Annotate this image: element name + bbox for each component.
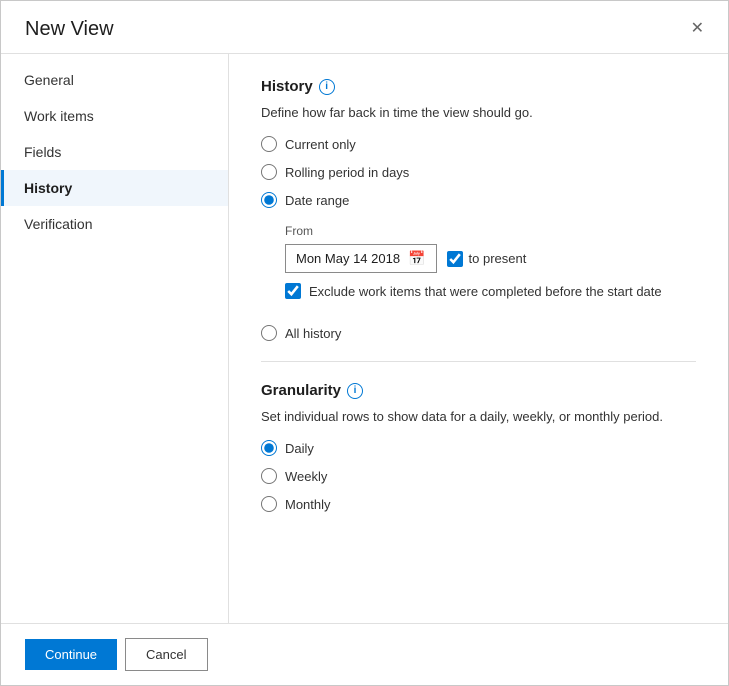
sidebar-item-verification[interactable]: Verification <box>1 206 228 242</box>
radio-rolling-period[interactable] <box>261 164 277 180</box>
from-label: From <box>285 224 696 238</box>
continue-button[interactable]: Continue <box>25 639 117 670</box>
history-option-date-range[interactable]: Date range <box>261 192 696 208</box>
granularity-description: Set individual rows to show data for a d… <box>261 409 696 424</box>
granularity-option-weekly[interactable]: Weekly <box>261 468 696 484</box>
radio-monthly[interactable] <box>261 496 277 512</box>
dialog-footer: Continue Cancel <box>1 623 728 685</box>
cancel-button[interactable]: Cancel <box>125 638 207 671</box>
radio-date-range[interactable] <box>261 192 277 208</box>
exclude-checkbox-row: Exclude work items that were completed b… <box>285 283 696 299</box>
granularity-section-title: Granularity i <box>261 382 696 399</box>
section-divider <box>261 361 696 362</box>
close-button[interactable]: ✕ <box>687 17 708 41</box>
history-info-icon[interactable]: i <box>319 79 335 95</box>
date-range-section: From Mon May 14 2018 📅 to present <box>285 224 696 309</box>
radio-daily[interactable] <box>261 440 277 456</box>
content-area: History i Define how far back in time th… <box>229 54 728 623</box>
granularity-option-daily[interactable]: Daily <box>261 440 696 456</box>
radio-all-history[interactable] <box>261 325 277 341</box>
date-input[interactable]: Mon May 14 2018 📅 <box>285 244 437 273</box>
dialog-body: General Work items Fields History Verifi… <box>1 54 728 623</box>
from-row: Mon May 14 2018 📅 to present <box>285 244 696 273</box>
sidebar-item-work-items[interactable]: Work items <box>1 98 228 134</box>
granularity-info-icon[interactable]: i <box>347 383 363 399</box>
history-option-rolling-period[interactable]: Rolling period in days <box>261 164 696 180</box>
dialog-title: New View <box>25 18 114 41</box>
history-radio-group: Current only Rolling period in days Date… <box>261 136 696 341</box>
exclude-checkbox[interactable] <box>285 283 301 299</box>
granularity-radio-group: Daily Weekly Monthly <box>261 440 696 512</box>
radio-current-only[interactable] <box>261 136 277 152</box>
sidebar-item-history[interactable]: History <box>1 170 228 206</box>
history-option-current-only[interactable]: Current only <box>261 136 696 152</box>
to-present: to present <box>447 251 527 267</box>
granularity-option-monthly[interactable]: Monthly <box>261 496 696 512</box>
history-description: Define how far back in time the view sho… <box>261 105 696 120</box>
history-option-all-history[interactable]: All history <box>261 325 696 341</box>
sidebar-item-general[interactable]: General <box>1 62 228 98</box>
calendar-icon: 📅 <box>408 250 425 267</box>
radio-weekly[interactable] <box>261 468 277 484</box>
dialog: New View ✕ General Work items Fields His… <box>0 0 729 686</box>
sidebar-item-fields[interactable]: Fields <box>1 134 228 170</box>
to-present-checkbox[interactable] <box>447 251 463 267</box>
dialog-header: New View ✕ <box>1 1 728 54</box>
sidebar: General Work items Fields History Verifi… <box>1 54 229 623</box>
history-section-title: History i <box>261 78 696 95</box>
